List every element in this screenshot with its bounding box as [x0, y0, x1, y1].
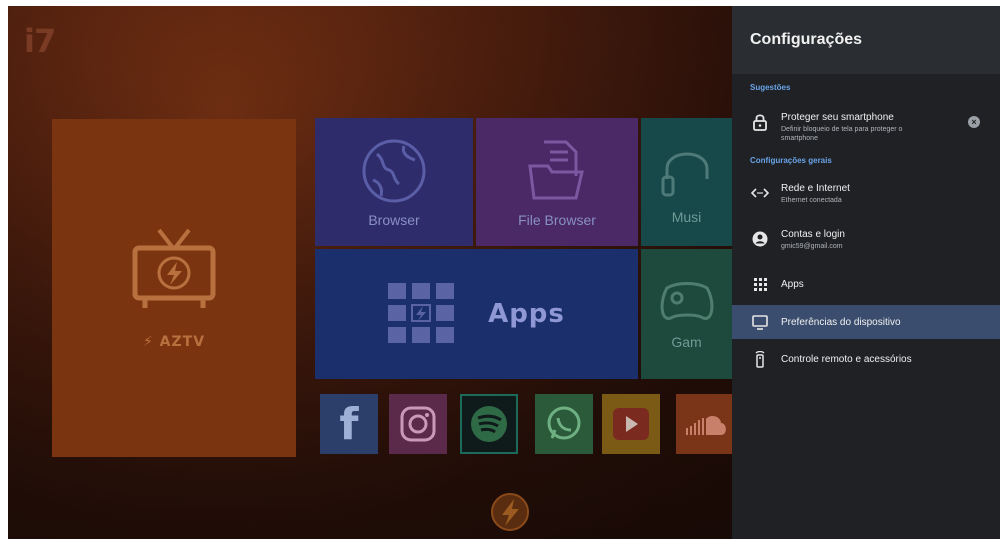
suggestion-protect-phone[interactable]: Proteger seu smartphone Definir bloqueio…: [732, 112, 1000, 148]
spotify-icon[interactable]: [460, 394, 518, 454]
tile-browser[interactable]: Browser: [315, 118, 473, 246]
settings-item-accounts-title: Contas e login: [781, 229, 845, 240]
settings-item-device-preferences-title: Preferências do dispositivo: [781, 316, 901, 328]
settings-item-network-title: Rede e Internet: [781, 183, 850, 194]
tile-aztv[interactable]: ⚡ AZTV: [52, 119, 296, 457]
tile-file-browser-label: File Browser: [518, 212, 596, 228]
apps-grid-bolt-icon: [388, 283, 455, 343]
gamepad-icon: [660, 282, 713, 320]
tv-bolt-icon: [132, 228, 216, 308]
remote-icon: [750, 349, 770, 369]
whatsapp-icon[interactable]: [535, 394, 593, 454]
account-icon: [750, 229, 770, 249]
cloud-glyph: [686, 416, 726, 435]
tile-games-label: Gam: [671, 334, 702, 350]
suggestion-subtitle: Definir bloqueio de tela para proteger o…: [781, 126, 903, 142]
facebook-icon[interactable]: f: [320, 394, 378, 454]
settings-item-accounts-subtitle: gmic59@gmail.com: [781, 243, 843, 250]
settings-item-network[interactable]: Rede e Internet Ethernet conectada: [732, 183, 1000, 219]
tv-monitor-icon: [750, 312, 770, 332]
whatsapp-glyph: [547, 406, 581, 440]
tile-browser-label: Browser: [368, 212, 420, 228]
tile-games[interactable]: Gam: [641, 249, 732, 379]
settings-item-network-subtitle: Ethernet conectada: [781, 197, 842, 204]
section-suggestions: Sugestões: [750, 83, 791, 92]
dismiss-suggestion-icon[interactable]: ×: [968, 116, 980, 128]
tile-music-label: Musi: [671, 209, 702, 225]
settings-item-apps[interactable]: Apps: [732, 269, 1000, 299]
settings-item-remote[interactable]: Controle remoto e acessórios: [732, 343, 1000, 375]
soundcloud-icon[interactable]: [676, 394, 732, 454]
play-glyph: [613, 408, 649, 440]
tile-aztv-label: ⚡ AZTV: [142, 334, 206, 350]
settings-panel: Configurações Sugestões Proteger seu sma…: [732, 6, 1000, 539]
section-general: Configurações gerais: [750, 156, 832, 165]
launcher-logo: i7: [24, 22, 56, 60]
spotify-glyph: [471, 406, 507, 442]
tile-file-browser[interactable]: File Browser: [476, 118, 638, 246]
folder-file-icon: [528, 140, 584, 200]
globe-icon: [362, 139, 426, 203]
settings-header: Configurações: [732, 6, 1000, 74]
settings-item-accounts[interactable]: Contas e login gmic59@gmail.com: [732, 229, 1000, 265]
settings-item-device-preferences[interactable]: Preferências do dispositivo: [732, 305, 1000, 339]
tile-apps[interactable]: Apps: [315, 249, 638, 379]
network-arrows-icon: [750, 183, 770, 203]
tile-music[interactable]: Musi: [641, 118, 732, 246]
tile-apps-label: Apps: [488, 299, 565, 329]
instagram-glyph: [400, 406, 436, 442]
screen: i7 ⚡ AZTV Browser File Browser Musi Apps…: [8, 6, 1000, 539]
settings-item-remote-title: Controle remoto e acessórios: [781, 353, 912, 365]
suggestion-title: Proteger seu smartphone: [781, 112, 894, 123]
youtube-icon[interactable]: [602, 394, 660, 454]
lock-icon: [750, 112, 770, 132]
instagram-icon[interactable]: [389, 394, 447, 454]
settings-title: Configurações: [750, 31, 863, 48]
apps-grid-icon: [750, 274, 770, 294]
headphones-icon: [661, 152, 708, 197]
bolt-logo-icon: [488, 490, 532, 539]
settings-item-apps-title: Apps: [781, 278, 804, 290]
